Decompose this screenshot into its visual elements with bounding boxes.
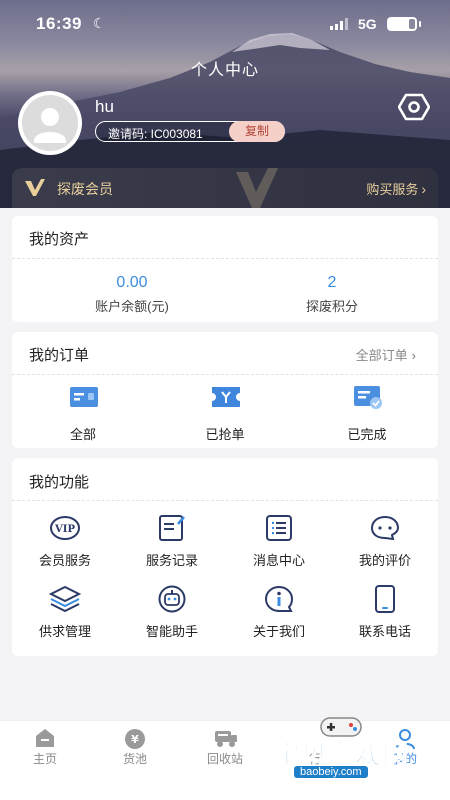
feature-label: 联系电话	[358, 624, 411, 639]
order-completed[interactable]: 已完成	[317, 376, 417, 442]
status-bar: 16:39 ☾ 5G	[0, 0, 450, 48]
default-user-icon	[34, 108, 66, 143]
features-card: 我的功能 VIP 会员服务 服务记录 消息中心 我的评价 供求管理 智能助手 关…	[12, 458, 438, 656]
tab-label: 回收站	[206, 752, 243, 766]
orders-title: 我的订单	[29, 347, 90, 364]
profile-header: 16:39 ☾ 5G 个人中心 hu 邀请码: IC003081 复制 探废会员…	[0, 0, 450, 208]
vip-watermark-icon	[236, 168, 278, 208]
yuan-icon: ¥	[125, 729, 145, 749]
all-orders-label: 全部订单	[355, 348, 408, 363]
avatar[interactable]	[18, 91, 82, 155]
feature-supply-management[interactable]: 供求管理	[15, 585, 115, 647]
feature-about-us[interactable]: 关于我们	[229, 585, 329, 647]
order-grabbed[interactable]: 已抢单	[175, 376, 275, 442]
feature-message-center[interactable]: 消息中心	[229, 514, 329, 576]
chevron-right-icon: ›	[411, 348, 416, 363]
page-title: 个人中心	[190, 62, 259, 79]
truck-icon	[215, 731, 237, 747]
battery-icon	[387, 17, 421, 31]
order-all-label: 全部	[69, 427, 96, 442]
assets-card: 我的资产 0.00 账户余额(元) 2 探废积分	[12, 216, 438, 322]
vip-icon: VIP	[50, 516, 80, 540]
vip-membership-bar[interactable]: 探废会员 购买服务 ›	[12, 168, 438, 208]
signal-icon	[330, 18, 348, 30]
buy-service-link[interactable]: 购买服务 ›	[366, 179, 426, 198]
svg-text:VIP: VIP	[54, 524, 75, 535]
tab-recycle-station[interactable]: 回收站	[180, 721, 270, 781]
watermark-url: baobeiy.com	[294, 766, 368, 778]
balance-value: 0.00	[116, 274, 148, 291]
order-completed-label: 已完成	[347, 427, 387, 442]
feature-vip-service[interactable]: VIP 会员服务	[15, 514, 115, 576]
tab-label: 主页	[32, 752, 57, 766]
layers-icon	[49, 585, 81, 613]
phone-icon	[375, 585, 395, 613]
feature-contact-phone[interactable]: 联系电话	[335, 585, 435, 647]
points-label: 探废积分	[305, 299, 358, 314]
moon-icon: ☾	[93, 15, 106, 31]
completed-order-icon	[354, 386, 382, 409]
feature-service-record[interactable]: 服务记录	[122, 514, 222, 576]
username: hu	[95, 97, 114, 116]
buy-service-label: 购买服务	[366, 182, 419, 197]
site-watermark: 宝贝游戏网 baobeiy.com	[272, 714, 448, 784]
feature-label: 会员服务	[38, 553, 91, 568]
feature-label: 服务记录	[145, 553, 198, 568]
divider	[12, 258, 438, 259]
grabbed-order-icon	[212, 387, 240, 407]
invite-code: 邀请码: IC003081	[108, 127, 203, 141]
home-icon	[36, 729, 54, 747]
tab-goods-pool[interactable]: ¥ 货池	[90, 721, 180, 781]
message-list-icon	[266, 515, 292, 541]
robot-icon	[158, 585, 186, 613]
order-grabbed-label: 已抢单	[205, 427, 245, 442]
assets-title: 我的资产	[29, 231, 90, 248]
vip-label: 探废会员	[57, 181, 113, 197]
vip-v-icon	[25, 179, 45, 196]
feature-label: 我的评价	[358, 553, 411, 568]
network-type: 5G	[358, 16, 377, 32]
order-all[interactable]: 全部	[33, 376, 133, 442]
info-icon	[264, 585, 294, 612]
orders-card: 我的订单 全部订单 › 全部 已抢单 已完成	[12, 332, 438, 448]
feature-label: 供求管理	[38, 624, 91, 639]
balance-label: 账户余额(元)	[95, 299, 169, 314]
features-title: 我的功能	[29, 474, 90, 491]
invite-code-pill: 邀请码: IC003081 复制	[95, 121, 285, 142]
feature-my-reviews[interactable]: 我的评价	[335, 514, 435, 576]
status-time: 16:39	[36, 14, 82, 33]
svg-text:¥: ¥	[131, 733, 139, 746]
service-record-icon	[159, 515, 185, 541]
tab-label: 货池	[122, 752, 147, 766]
copy-button[interactable]: 复制	[229, 121, 285, 142]
all-orders-icon	[70, 387, 98, 407]
divider	[12, 500, 438, 501]
all-orders-link[interactable]: 全部订单 ›	[356, 345, 416, 364]
feature-label: 智能助手	[145, 624, 198, 639]
chat-bubble-icon	[370, 515, 400, 541]
feature-smart-assistant[interactable]: 智能助手	[122, 585, 222, 647]
points-value: 2	[327, 274, 337, 291]
chevron-right-icon: ›	[421, 181, 426, 197]
feature-label: 关于我们	[252, 624, 305, 639]
settings-hex-icon[interactable]	[398, 93, 430, 121]
divider	[12, 374, 438, 375]
feature-label: 消息中心	[252, 553, 305, 568]
tab-home[interactable]: 主页	[0, 721, 90, 781]
